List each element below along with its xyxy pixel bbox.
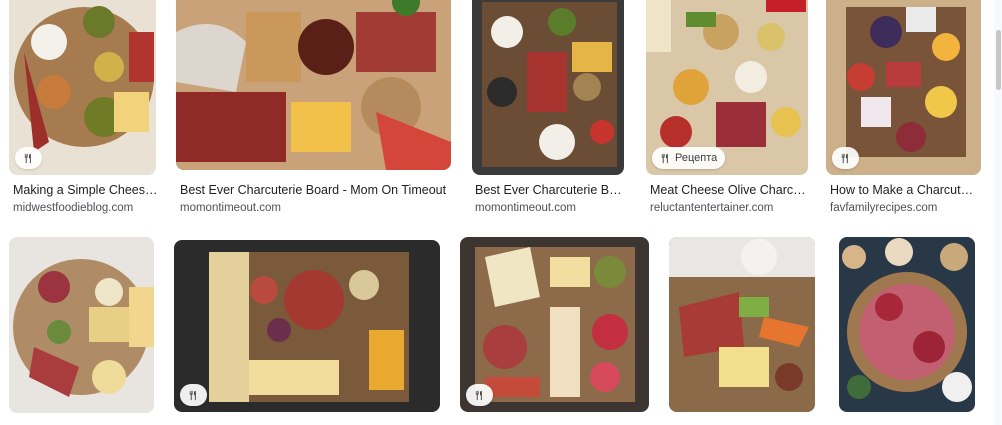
result-title[interactable]: Best Ever Charcuterie Bo… [475, 182, 623, 198]
result-card[interactable] [170, 230, 450, 425]
result-title[interactable]: Making a Simple Chees… [13, 182, 158, 198]
result-card[interactable]: Рецепта Meat Cheese Olive Charc… relucta… [640, 0, 815, 220]
fork-knife-icon [475, 390, 482, 400]
result-card[interactable] [664, 230, 824, 425]
fork-knife-icon [661, 153, 668, 163]
result-thumbnail[interactable] [669, 237, 815, 412]
result-title[interactable]: Meat Cheese Olive Charc… [650, 182, 810, 198]
recipe-badge [15, 147, 42, 169]
result-card[interactable] [0, 230, 165, 425]
result-thumbnail[interactable] [9, 237, 154, 413]
fork-knife-icon [841, 153, 848, 163]
result-title[interactable]: How to Make a Charcute… [830, 182, 980, 198]
recipe-badge [832, 147, 859, 169]
image-results-grid: Making a Simple Chees… midwestfoodieblog… [0, 0, 1002, 425]
result-thumbnail[interactable]: Рецепта [646, 0, 808, 175]
scrollbar-thumb[interactable] [996, 30, 1001, 90]
fork-knife-icon [24, 153, 31, 163]
result-card[interactable]: Making a Simple Chees… midwestfoodieblog… [0, 0, 165, 220]
fork-knife-icon [189, 390, 196, 400]
result-thumbnail[interactable] [176, 0, 451, 170]
result-domain[interactable]: favfamilyrecipes.com [830, 201, 980, 215]
recipe-badge [466, 384, 493, 406]
result-card[interactable]: Best Ever Charcuterie Bo… momontimeout.c… [465, 0, 630, 220]
recipe-badge-label: Рецепта [675, 152, 718, 164]
result-card[interactable] [830, 230, 980, 425]
result-thumbnail[interactable] [472, 0, 624, 175]
result-thumbnail[interactable] [460, 237, 649, 412]
result-title[interactable]: Best Ever Charcuterie Board - Mom On Tim… [180, 182, 455, 198]
result-thumbnail[interactable] [174, 240, 440, 412]
result-card[interactable] [455, 230, 655, 425]
result-thumbnail[interactable] [9, 0, 156, 175]
result-card[interactable]: Best Ever Charcuterie Board - Mom On Tim… [170, 0, 460, 220]
result-card[interactable]: How to Make a Charcute… favfamilyrecipes… [820, 0, 990, 220]
result-domain[interactable]: reluctantentertainer.com [650, 201, 810, 215]
result-domain[interactable]: momontimeout.com [475, 201, 623, 215]
result-domain[interactable]: midwestfoodieblog.com [13, 201, 158, 215]
result-domain[interactable]: momontimeout.com [180, 201, 380, 215]
recipe-badge [180, 384, 207, 406]
result-thumbnail[interactable] [826, 0, 981, 175]
result-thumbnail[interactable] [839, 237, 975, 412]
recipe-badge: Рецепта [652, 147, 726, 169]
